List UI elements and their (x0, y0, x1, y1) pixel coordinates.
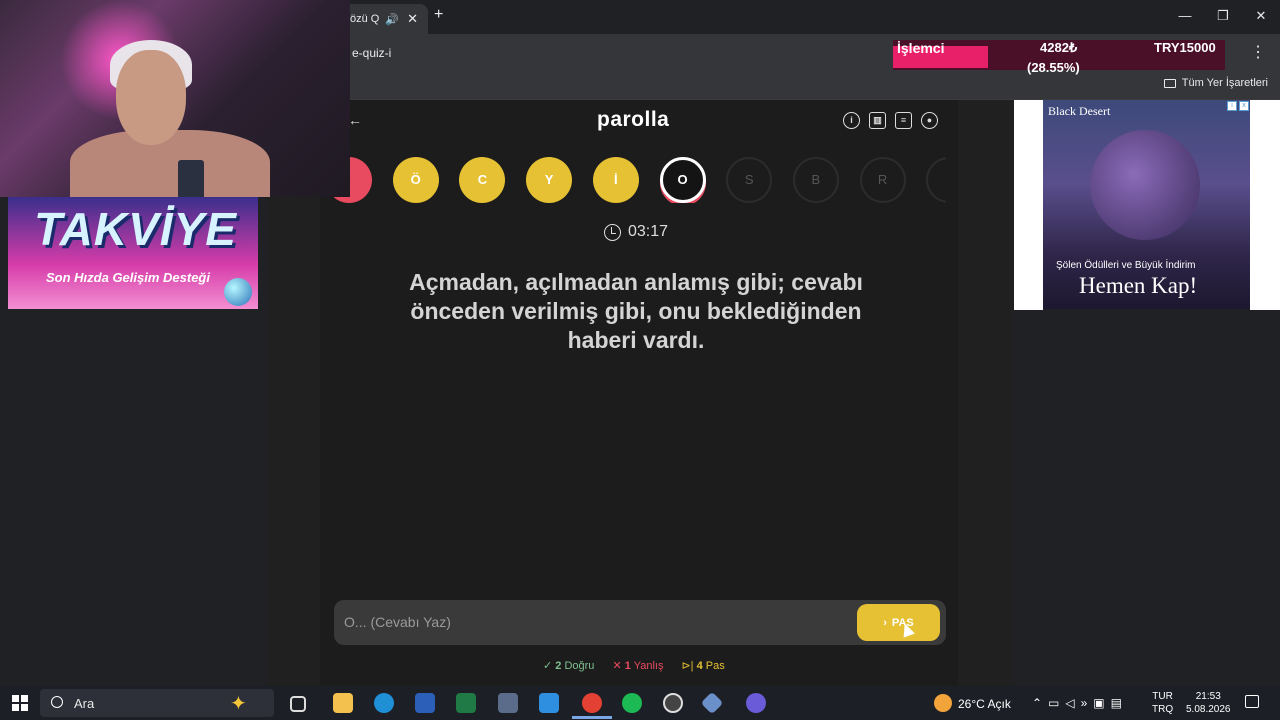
active-app-indicator (572, 716, 612, 719)
copilot-icon[interactable]: ✦ (230, 691, 247, 716)
weather-desc: Açık (987, 697, 1011, 711)
wrong-count: 1 (624, 660, 631, 672)
maximize-button[interactable]: ❐ (1204, 0, 1242, 34)
clock-icon (604, 223, 621, 241)
store-icon[interactable] (539, 693, 559, 713)
letter-wheel: ÖCYİOSBRE (334, 157, 946, 203)
ad-close-icon[interactable]: x (1239, 101, 1249, 111)
calculator-icon[interactable] (498, 693, 518, 713)
takviye-title: TAKVİYE (34, 203, 237, 255)
left-panel (0, 310, 266, 686)
ad-info-icon[interactable]: i (1227, 101, 1237, 111)
clock-time: 21:53 (1195, 691, 1221, 702)
spotify-icon[interactable] (622, 693, 642, 713)
file-explorer-icon[interactable] (333, 693, 353, 713)
energy-drink-can (178, 160, 204, 197)
word-icon[interactable] (415, 693, 435, 713)
letter-circle: S (726, 157, 773, 203)
pass-label: Pas (705, 660, 725, 672)
letter-circle: E (926, 157, 946, 203)
ad-cta[interactable]: Hemen Kap! (1079, 273, 1197, 299)
weather-icon (934, 694, 952, 712)
edge-icon[interactable] (374, 693, 394, 713)
excel-icon[interactable] (456, 693, 476, 713)
browser-menu-icon[interactable]: ⋮ (1250, 42, 1266, 62)
takviye-subtitle: Son Hızda Gelişim Desteği (46, 270, 210, 285)
folder-icon (1163, 78, 1176, 88)
ad-margin-left (1014, 100, 1043, 310)
lang-top: TUR (1152, 691, 1173, 702)
question-text: Açmadan, açılmadan anlamış gibi; cevabı … (409, 269, 863, 353)
tab-title: özü Q (350, 13, 380, 25)
back-arrow-icon[interactable]: ← (348, 112, 362, 128)
browser-tab[interactable]: özü Q 🔊 ✕ (340, 4, 428, 34)
letter-circle: Ö (392, 157, 439, 203)
input-language[interactable]: TUR TRQ (1152, 690, 1173, 716)
chevron-right-icon: › (883, 616, 887, 629)
timer-value: 03:17 (628, 223, 669, 240)
stats-icon[interactable]: ▥ (869, 112, 886, 129)
donation-goal-percent: (28.55%) (1027, 60, 1080, 75)
pass-stat: ⊳| 4 Pas (681, 660, 725, 672)
system-tray-icons[interactable]: ⌃▭◁»▣▤ (1032, 696, 1128, 710)
score-stats: ✓ 2 Doğru ✕ 1 Yanlış ⊳| 4 Pas (543, 659, 725, 672)
letter-circle: R (859, 157, 906, 203)
streamer-body (70, 130, 270, 197)
orb-icon (224, 278, 252, 306)
lang-bottom: TRQ (1152, 704, 1174, 715)
streamer-face (116, 50, 186, 145)
ad-margin-right (1250, 100, 1280, 310)
tab-close-icon[interactable]: ✕ (407, 11, 418, 27)
timer: 03:17 (604, 223, 668, 241)
donation-goal-value: 4282₺ (1040, 40, 1078, 55)
letter-circle: B (792, 157, 839, 203)
wrong-label: Yanlış (633, 660, 664, 672)
ad-choices[interactable]: i x (1227, 101, 1249, 111)
close-window-button[interactable]: ✕ (1242, 0, 1280, 34)
letter-circle: Y (526, 157, 573, 203)
all-bookmarks-label: Tüm Yer İşaretleri (1181, 77, 1268, 89)
letter-circle: C (459, 157, 506, 203)
letter-circle: O (659, 157, 706, 203)
site-logo[interactable]: parolla (597, 108, 669, 132)
windows-start-icon[interactable] (12, 695, 28, 711)
letter-circle: İ (592, 157, 639, 203)
right-panel (1014, 310, 1280, 686)
black-desert-logo: Black Desert (1048, 104, 1111, 118)
correct-stat: ✓ 2 Doğru (543, 660, 595, 672)
task-view-icon[interactable] (290, 696, 306, 712)
all-bookmarks-button[interactable]: Tüm Yer İşaretleri (1163, 77, 1268, 89)
header-icons: i ▥ ≡ ● (843, 112, 938, 129)
taskbar-clock[interactable]: 21:53 5.08.2026 (1186, 690, 1231, 716)
donation-goal-label: İşlemci (897, 40, 945, 56)
search-icon (51, 696, 63, 708)
weather-temp: 26°C (958, 697, 985, 711)
discord-icon[interactable] (746, 693, 766, 713)
url-text[interactable]: e-quiz-i (352, 46, 391, 60)
donation-goal-target: TRY15000 (1154, 40, 1216, 55)
pass-count: 4 (696, 660, 703, 672)
new-tab-button[interactable]: + (434, 6, 443, 24)
airship-illustration (1090, 130, 1200, 240)
webcam-feed (0, 0, 350, 197)
pass-button[interactable]: › PAS (857, 604, 940, 641)
notifications-icon[interactable] (1245, 695, 1259, 708)
correct-label: Doğru (564, 660, 595, 672)
account-icon[interactable]: ● (921, 112, 938, 129)
feedback-icon[interactable]: ≡ (895, 112, 912, 129)
clock-date: 5.08.2026 (1186, 704, 1231, 715)
wrong-stat: ✕ 1 Yanlış (612, 660, 664, 672)
speaker-icon[interactable]: 🔊 (385, 13, 399, 26)
taskbar-search-placeholder: Ara (74, 696, 95, 711)
obs-icon[interactable] (663, 693, 683, 713)
ad-promo-text: Şölen Ödülleri ve Büyük İndirim (1056, 260, 1196, 271)
minimize-button[interactable]: — (1166, 0, 1204, 34)
answer-input[interactable] (344, 610, 844, 634)
chrome-icon[interactable] (582, 693, 602, 713)
weather[interactable]: 26°C Açık (958, 697, 1011, 711)
info-icon[interactable]: i (843, 112, 860, 129)
window-controls: — ❐ ✕ (1166, 0, 1280, 34)
correct-count: 2 (555, 660, 562, 672)
